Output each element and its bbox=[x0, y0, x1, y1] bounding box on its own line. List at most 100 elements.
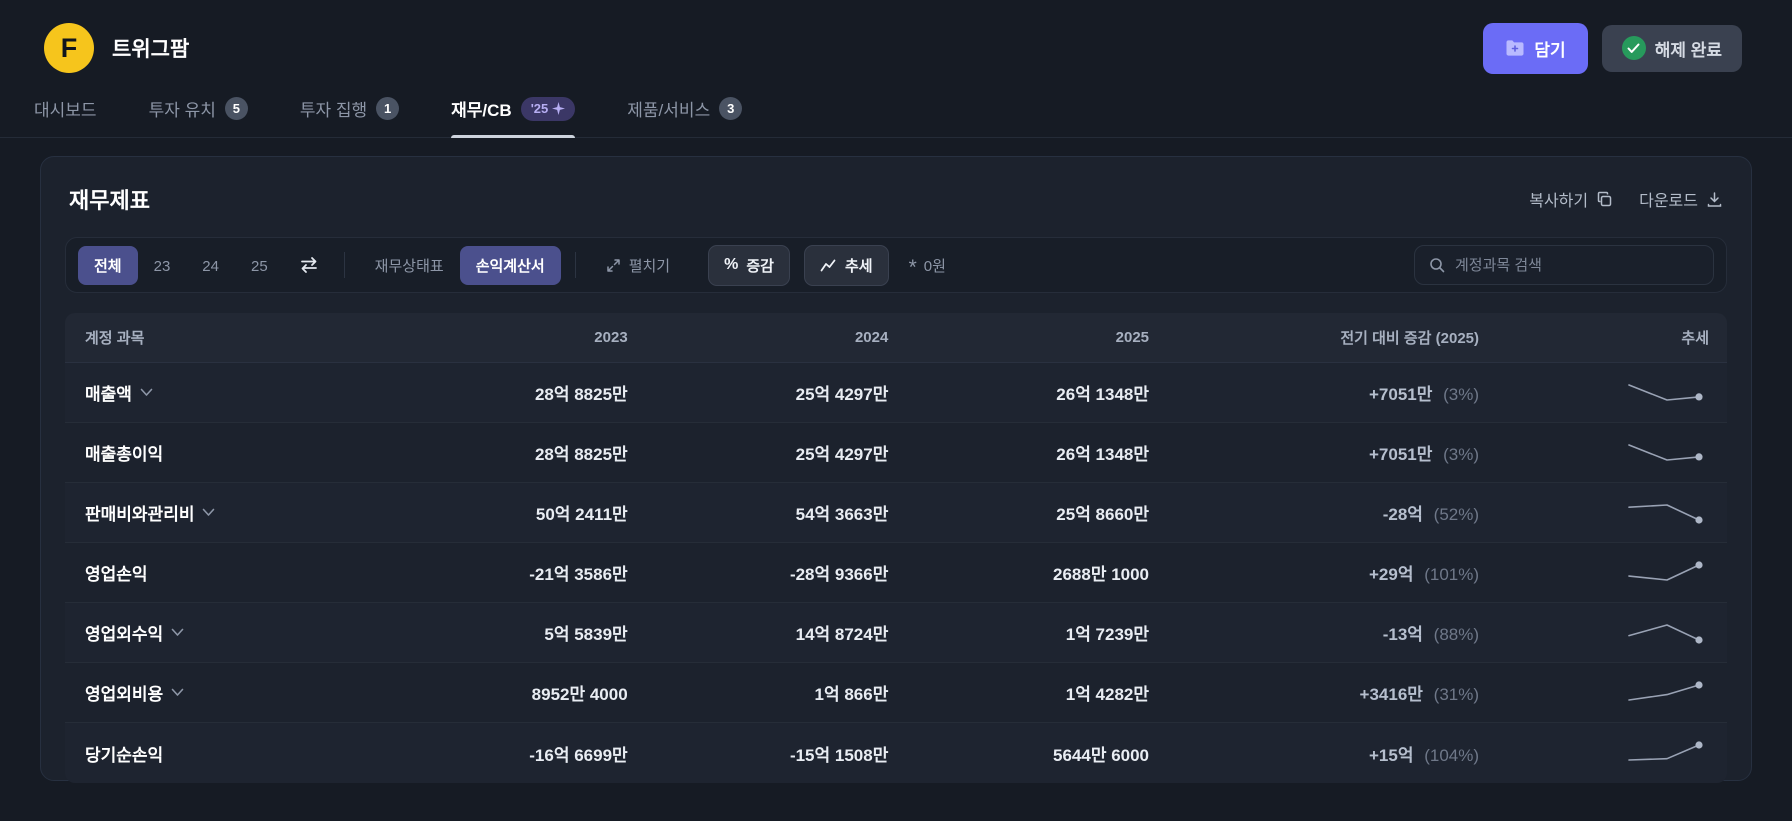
delta-cell: +15억 (104%) bbox=[1157, 741, 1487, 766]
tab-badge: 3 bbox=[719, 97, 743, 120]
asterisk-icon: * bbox=[908, 256, 917, 279]
release-done-button[interactable]: 해제 완료 bbox=[1601, 24, 1742, 72]
add-to-list-button[interactable]: 담기 bbox=[1483, 22, 1588, 74]
table-row: 매출총이익 28억 8825만 25억 4297만 26억 1348만 +705… bbox=[65, 423, 1727, 483]
top-header: F 트위그팜 담기 해제 완료 bbox=[0, 0, 1792, 78]
account-label: 매출총이익 bbox=[85, 445, 164, 464]
statement-filter-재무상태표[interactable]: 재무상태표 bbox=[359, 246, 460, 285]
account-label: 영업외비용 bbox=[85, 685, 164, 704]
table-toolbar: 전체 23 24 25 재무상태표 손익계산서 펼치기 % 증감 추세 * 0원… bbox=[65, 237, 1727, 293]
delta-percent: (52%) bbox=[1433, 505, 1480, 524]
trend-toggle-button[interactable]: 추세 bbox=[803, 244, 889, 286]
year-filter-23[interactable]: 23 bbox=[138, 249, 187, 284]
header-trend: 추세 bbox=[1681, 330, 1710, 347]
expand-button-label: 펼치기 bbox=[628, 257, 671, 275]
company-name: 트위그팜 bbox=[112, 38, 190, 61]
card-actions: 복사하기 다운로드 bbox=[1529, 187, 1723, 211]
value-2025: 1억 7239만 bbox=[1065, 625, 1150, 644]
account-label: 영업손익 bbox=[85, 565, 148, 584]
copy-button[interactable]: 복사하기 bbox=[1529, 187, 1613, 211]
copy-button-label: 복사하기 bbox=[1529, 193, 1589, 210]
delta-cell: -13억 (88%) bbox=[1157, 620, 1487, 645]
tab[interactable]: 재무/CB '25 bbox=[451, 96, 576, 138]
tab-badge: 1 bbox=[376, 97, 400, 120]
trend-sparkline bbox=[1487, 500, 1727, 526]
download-icon bbox=[1706, 191, 1723, 208]
tab[interactable]: 투자 유치 5 bbox=[149, 96, 248, 137]
header-2023: 2023 bbox=[594, 329, 628, 346]
value-2024: 1억 866만 bbox=[814, 685, 889, 704]
delta-cell: +7051만 (3%) bbox=[1157, 440, 1487, 465]
trend-sparkline bbox=[1487, 680, 1727, 706]
delta-cell: +29억 (101%) bbox=[1157, 560, 1487, 585]
table-row: 판매비와관리비 50억 2411만 54억 3663만 25억 8660만 -2… bbox=[65, 483, 1727, 543]
chevron-down-icon bbox=[140, 388, 153, 397]
delta-value: +7051만 bbox=[1368, 445, 1433, 464]
value-2025: 2688만 1000 bbox=[1053, 565, 1150, 584]
trend-toggle-label: 추세 bbox=[844, 257, 873, 275]
value-2023: 8952만 4000 bbox=[531, 685, 628, 704]
download-button-label: 다운로드 bbox=[1639, 193, 1698, 210]
value-2025: 26억 1348만 bbox=[1056, 385, 1150, 404]
account-cell[interactable]: 영업외수익 bbox=[65, 620, 375, 645]
value-2025: 25억 8660만 bbox=[1056, 505, 1150, 524]
trend-sparkline bbox=[1487, 380, 1727, 406]
table-row: 영업외비용 8952만 4000 1억 866만 1억 4282만 +3416만… bbox=[65, 663, 1727, 723]
delta-toggle-button[interactable]: % 증감 bbox=[708, 244, 790, 286]
delta-percent: (31%) bbox=[1433, 685, 1480, 704]
year-filter-24[interactable]: 24 bbox=[186, 249, 235, 284]
zero-toggle-label: 0원 bbox=[923, 257, 946, 275]
value-2024: -28억 9366만 bbox=[789, 565, 889, 584]
account-cell[interactable]: 영업외비용 bbox=[65, 680, 375, 705]
value-2023: 5억 5839만 bbox=[544, 625, 628, 644]
value-2023: 28억 8825만 bbox=[534, 385, 628, 404]
value-2023: 28억 8825만 bbox=[534, 445, 628, 464]
tab-badge: 5 bbox=[224, 97, 248, 120]
logo-letter: F bbox=[60, 32, 78, 63]
account-label: 판매비와관리비 bbox=[85, 505, 195, 524]
chevron-down-icon bbox=[171, 628, 184, 637]
year-filter-25[interactable]: 25 bbox=[235, 249, 284, 284]
year-filter-전체[interactable]: 전체 bbox=[78, 245, 138, 285]
toolbar-divider bbox=[343, 252, 345, 278]
tab-bar: 대시보드 투자 유치 5 투자 집행 1 재무/CB '25 제품/서비스 3 bbox=[0, 92, 1792, 138]
statement-filter-손익계산서[interactable]: 손익계산서 bbox=[459, 245, 561, 285]
trend-sparkline bbox=[1487, 560, 1727, 586]
delta-percent: (3%) bbox=[1443, 385, 1480, 404]
value-2024: 25억 4297만 bbox=[795, 385, 889, 404]
account-cell[interactable]: 매출액 bbox=[65, 380, 375, 405]
value-2024: 14억 8724만 bbox=[795, 625, 889, 644]
account-search-input[interactable] bbox=[1455, 256, 1699, 274]
tab[interactable]: 제품/서비스 3 bbox=[627, 96, 743, 137]
financial-statement-card: 재무제표 복사하기 다운로드 전체 23 24 25 재무상태표 손익계산서 펼… bbox=[40, 156, 1752, 783]
delta-value: -13억 bbox=[1382, 625, 1423, 644]
tab[interactable]: 투자 집행 1 bbox=[300, 96, 400, 137]
zero-won-toggle[interactable]: * 0원 bbox=[908, 255, 946, 279]
check-circle-icon bbox=[1621, 36, 1646, 60]
tab-label: 제품/서비스 bbox=[627, 101, 711, 120]
expand-all-button[interactable]: 펼치기 bbox=[590, 246, 686, 285]
delta-percent: (101%) bbox=[1424, 565, 1480, 584]
value-2024: 25억 4297만 bbox=[795, 445, 889, 464]
sparkle-icon bbox=[552, 102, 566, 115]
trend-icon bbox=[820, 259, 837, 272]
card-title: 재무제표 bbox=[69, 188, 150, 213]
account-label: 당기순손익 bbox=[85, 745, 164, 765]
download-button[interactable]: 다운로드 bbox=[1639, 187, 1723, 211]
account-cell: 영업손익 bbox=[65, 560, 375, 585]
delta-value: +29억 bbox=[1368, 565, 1414, 584]
tab[interactable]: 대시보드 bbox=[34, 96, 97, 137]
table-row: 영업외수익 5억 5839만 14억 8724만 1억 7239만 -13억 (… bbox=[65, 603, 1727, 663]
value-2025: 1억 4282만 bbox=[1065, 685, 1150, 704]
swap-years-button[interactable] bbox=[288, 248, 330, 282]
tab-badge: '25 bbox=[520, 96, 576, 121]
chevron-down-icon bbox=[202, 508, 215, 517]
delta-percent: (3%) bbox=[1443, 445, 1480, 464]
table-row: 영업손익 -21억 3586만 -28억 9366만 2688만 1000 +2… bbox=[65, 543, 1727, 603]
account-cell: 당기순손익 bbox=[65, 741, 375, 766]
header-account: 계정 과목 bbox=[85, 330, 145, 347]
delta-percent: (104%) bbox=[1424, 745, 1480, 765]
value-2023: -16억 6699만 bbox=[529, 745, 628, 765]
trend-sparkline bbox=[1487, 740, 1727, 766]
account-cell[interactable]: 판매비와관리비 bbox=[65, 500, 375, 525]
